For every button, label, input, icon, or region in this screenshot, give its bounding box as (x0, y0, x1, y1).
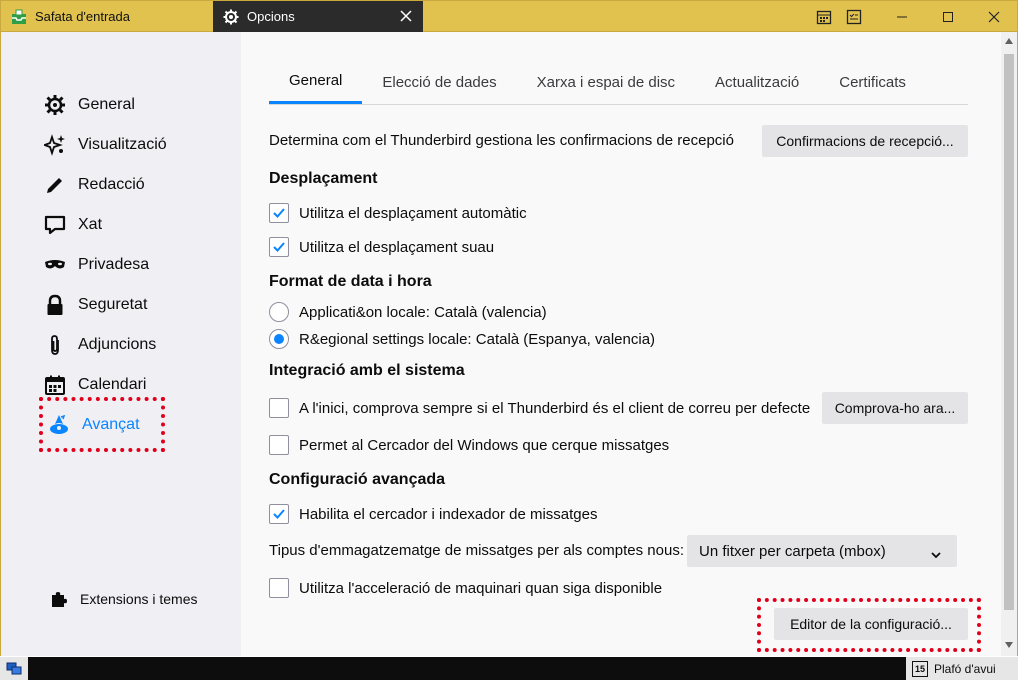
sidebar-item-label: General (78, 96, 135, 113)
tab-general[interactable]: General (269, 60, 363, 104)
indexer-option[interactable]: Habilita el cercador i indexador de miss… (269, 504, 597, 524)
calendar-icon (44, 374, 66, 396)
today-pane-label: Plafó d'avui (934, 661, 996, 676)
sidebar-item-seguretat[interactable]: Seguretat (44, 291, 147, 319)
highlight-box-config-editor (757, 598, 981, 652)
storage-type-value: Un fitxer per carpeta (mbox) (699, 542, 886, 560)
scrolling-heading: Desplaçament (269, 170, 378, 187)
extensions-and-themes-link[interactable]: Extensions i temes (50, 590, 198, 608)
hw-accel-option[interactable]: Utilitza l'acceleració de maquinari quan… (269, 578, 662, 598)
sidebar-item-label: Redacció (78, 176, 145, 193)
sidebar-item-label: Seguretat (78, 296, 148, 313)
title-bar: Safata d'entrada Opcions (0, 0, 1018, 32)
gear-icon (44, 94, 66, 116)
default-client-checkbox[interactable] (269, 398, 289, 418)
smoothscroll-label: Utilitza el desplaçament suau (299, 238, 495, 256)
today-pane-toggle[interactable]: 15 Plafó d'avui (906, 657, 1018, 680)
tab-options[interactable]: Opcions (213, 1, 423, 32)
app-locale-radio[interactable] (269, 302, 289, 322)
tab-certificates[interactable]: Certificats (819, 60, 926, 104)
default-client-option[interactable]: A l'inici, comprova sempre si el Thunder… (269, 398, 810, 418)
sidebar-item-visualitzacio[interactable]: Visualització (44, 131, 167, 159)
hw-accel-label: Utilitza l'acceleració de maquinari quan… (299, 579, 663, 597)
autoscroll-label: Utilitza el desplaçament automàtic (299, 204, 527, 222)
tab-update[interactable]: Actualització (695, 60, 819, 104)
receipts-description: Determina com el Thunderbird gestiona le… (269, 132, 734, 149)
close-icon[interactable] (399, 9, 413, 23)
windows-search-checkbox[interactable] (269, 435, 289, 455)
pen-icon (44, 174, 66, 196)
smoothscroll-checkbox[interactable] (269, 237, 289, 257)
scroll-up-icon (1005, 38, 1013, 44)
online-status-icon[interactable] (0, 657, 28, 680)
sidebar-item-general[interactable]: General (44, 91, 135, 119)
paperclip-icon (44, 334, 66, 356)
app-locale-option[interactable]: Applicati&on locale: Català (valencia) (269, 302, 547, 322)
indexer-checkbox[interactable] (269, 504, 289, 524)
scrollbar-thumb[interactable] (1004, 54, 1014, 610)
tasks-icon[interactable] (831, 1, 877, 32)
windows-search-label: Permet al Cercador del Windows que cerqu… (299, 436, 670, 454)
sidebar-item-label: Visualització (78, 136, 167, 153)
check-now-button[interactable]: Comprova-ho ara... (822, 392, 968, 424)
sidebar-item-calendari[interactable]: Calendari (44, 371, 146, 399)
lock-icon (44, 294, 66, 316)
tab-network-disk[interactable]: Xarxa i espai de disc (517, 60, 695, 104)
tab-inbox[interactable]: Safata d'entrada (1, 1, 211, 32)
integration-heading: Integració amb el sistema (269, 362, 465, 379)
sidebar-item-privadesa[interactable]: Privadesa (44, 251, 149, 279)
preferences-tabs: General Elecció de dades Xarxa i espai d… (269, 60, 968, 105)
maximize-icon[interactable] (925, 1, 971, 32)
highlight-box-avancat (39, 397, 165, 452)
regional-locale-label: R&egional settings locale: Català (Espan… (299, 330, 656, 348)
sidebar-item-label: Calendari (78, 376, 147, 393)
sidebar-item-label: Privadesa (78, 256, 150, 273)
sidebar-item-redaccio[interactable]: Redacció (44, 171, 145, 199)
tab-options-label: Opcions (247, 9, 295, 24)
sidebar-item-adjuncions[interactable]: Adjuncions (44, 331, 156, 359)
chevron-down-icon (931, 546, 941, 563)
storage-type-label: Tipus d'emmagatzematge de missatges per … (269, 542, 685, 559)
extensions-label: Extensions i temes (80, 591, 198, 607)
scrollbar[interactable] (1001, 32, 1017, 656)
chat-icon (44, 214, 66, 236)
default-client-label: A l'inici, comprova sempre si el Thunder… (299, 399, 811, 417)
hw-accel-checkbox[interactable] (269, 578, 289, 598)
regional-locale-option[interactable]: R&egional settings locale: Català (Espan… (269, 329, 655, 349)
sidebar-item-label: Xat (78, 216, 103, 233)
status-bar: 15 Plafó d'avui (0, 657, 1018, 680)
storage-type-select[interactable]: Un fitxer per carpeta (mbox) (687, 535, 957, 567)
minimize-icon[interactable] (879, 1, 925, 32)
inbox-icon (11, 9, 27, 25)
regional-locale-radio[interactable] (269, 329, 289, 349)
return-receipts-button[interactable]: Confirmacions de recepció... (762, 125, 968, 157)
tab-data-choices[interactable]: Elecció de dades (362, 60, 516, 104)
app-locale-label: Applicati&on locale: Català (valencia) (299, 303, 547, 321)
tab-inbox-label: Safata d'entrada (35, 9, 130, 24)
datetime-heading: Format de data i hora (269, 273, 432, 290)
scroll-down-icon (1005, 642, 1013, 648)
puzzle-icon (50, 590, 68, 608)
advanced-config-heading: Configuració avançada (269, 471, 446, 488)
sparkle-icon (44, 134, 66, 156)
gear-icon (223, 9, 239, 25)
window-close-icon[interactable] (971, 1, 1017, 32)
mask-icon (44, 254, 66, 276)
sidebar-item-label: Adjuncions (78, 336, 157, 353)
autoscroll-option[interactable]: Utilitza el desplaçament automàtic (269, 203, 527, 223)
calendar-day-icon: 15 (912, 660, 928, 677)
sidebar-item-xat[interactable]: Xat (44, 211, 102, 239)
smoothscroll-option[interactable]: Utilitza el desplaçament suau (269, 237, 494, 257)
indexer-label: Habilita el cercador i indexador de miss… (299, 505, 598, 523)
windows-search-option[interactable]: Permet al Cercador del Windows que cerqu… (269, 435, 669, 455)
autoscroll-checkbox[interactable] (269, 203, 289, 223)
